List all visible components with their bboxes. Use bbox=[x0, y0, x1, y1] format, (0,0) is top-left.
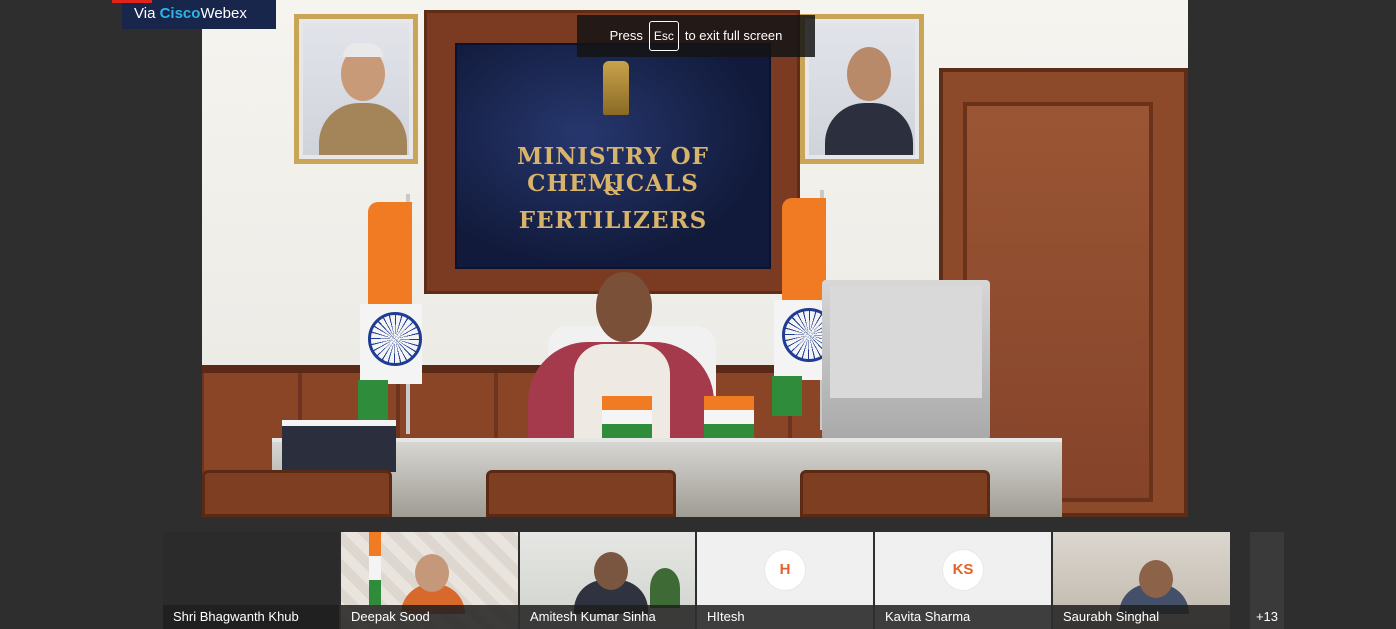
esc-key[interactable]: Esc bbox=[648, 21, 679, 51]
participant-name: Saurabh Singhal bbox=[1053, 605, 1230, 629]
more-participants-button[interactable]: +13 bbox=[1250, 532, 1284, 629]
hint-suffix: to exit full screen bbox=[684, 28, 783, 43]
participant-head bbox=[415, 554, 449, 592]
visitor-chair-3 bbox=[800, 470, 990, 517]
badge-brand-webex: Webex bbox=[200, 5, 247, 22]
nameboard-line-3: FERTILIZERS bbox=[518, 207, 708, 234]
badge-brand-cisco: Cisco bbox=[159, 5, 201, 22]
participant-tile[interactable]: Deepak Sood bbox=[341, 532, 518, 629]
fullscreen-exit-hint: Press Esc to exit full screen bbox=[577, 15, 815, 57]
desk-flag-left bbox=[602, 396, 652, 440]
participant-name: Amitesh Kumar Sinha bbox=[520, 605, 695, 629]
participant-name: HItesh bbox=[697, 605, 873, 629]
participant-head bbox=[594, 552, 628, 590]
participant-name: Shri Bhagwanth Khub bbox=[163, 605, 339, 629]
desk-files bbox=[282, 420, 396, 472]
badge-accent-bar bbox=[112, 0, 152, 3]
visitor-chair-2 bbox=[486, 470, 676, 517]
portrait-left bbox=[294, 14, 418, 164]
more-participants-count: +13 bbox=[1255, 609, 1279, 624]
badge-prefix: Via bbox=[134, 5, 160, 22]
participant-name: Deepak Sood bbox=[341, 605, 518, 629]
visitor-chair-1 bbox=[202, 470, 392, 517]
state-emblem bbox=[603, 61, 629, 115]
speaker-head bbox=[596, 272, 652, 342]
desk-flag-right bbox=[704, 396, 754, 440]
desktop-monitor bbox=[822, 280, 990, 440]
indian-flag-left bbox=[358, 194, 434, 434]
participant-tile[interactable]: Amitesh Kumar Sinha bbox=[520, 532, 695, 629]
participant-tile[interactable]: KS Kavita Sharma bbox=[875, 532, 1051, 629]
participant-avatar: H bbox=[765, 550, 805, 590]
participant-tile[interactable]: Saurabh Singhal bbox=[1053, 532, 1230, 629]
nameboard-line-2: & bbox=[604, 179, 622, 200]
portrait-right bbox=[800, 14, 924, 164]
participant-tile[interactable]: H HItesh bbox=[697, 532, 873, 629]
participant-name: Kavita Sharma bbox=[875, 605, 1051, 629]
participant-avatar: KS bbox=[943, 550, 983, 590]
tile-flag bbox=[369, 532, 381, 605]
webex-badge: Via CiscoWebex bbox=[112, 0, 276, 29]
tile-plant bbox=[650, 568, 680, 608]
participant-head bbox=[1139, 560, 1173, 598]
hint-press: Press bbox=[609, 28, 643, 43]
main-speaker-video[interactable]: MINISTRY OF CHEMICALS & FERTILIZERS bbox=[202, 0, 1188, 517]
participant-tile[interactable]: Shri Bhagwanth Khub bbox=[163, 532, 339, 629]
